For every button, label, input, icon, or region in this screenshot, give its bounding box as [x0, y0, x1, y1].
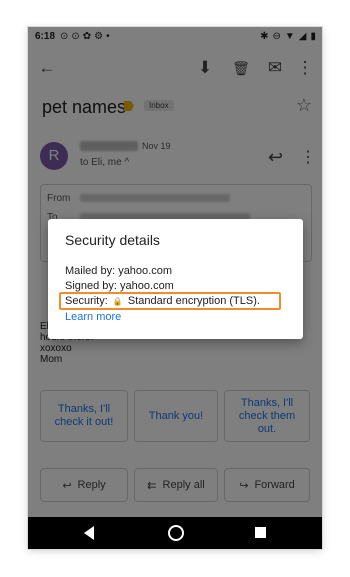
dialog-title: Security details	[65, 232, 160, 248]
security-details-dialog: Security details Mailed by: yahoo.com Si…	[48, 219, 303, 339]
mailed-by-text: Mailed by: yahoo.com	[65, 265, 172, 277]
security-line: Security: 🔒 Standard encryption (TLS).	[65, 295, 260, 307]
security-value: Standard encryption (TLS).	[127, 295, 260, 307]
nav-recents-icon[interactable]	[255, 527, 266, 538]
nav-back-icon[interactable]	[84, 526, 94, 540]
navigation-bar	[28, 517, 322, 549]
lock-icon: 🔒	[112, 297, 123, 306]
phone-screen: 6:18 ⊙ ⊙ ✿ ⚙ • ✱ ⊖ ▼ ◢ ▮ ← ⬇ 🗑 ✉ ⋮ pet n…	[28, 27, 322, 549]
learn-more-link[interactable]: Learn more	[65, 311, 121, 323]
signed-by-text: Signed by: yahoo.com	[65, 280, 174, 292]
security-label: Security:	[65, 295, 108, 307]
nav-home-icon[interactable]	[168, 525, 184, 541]
